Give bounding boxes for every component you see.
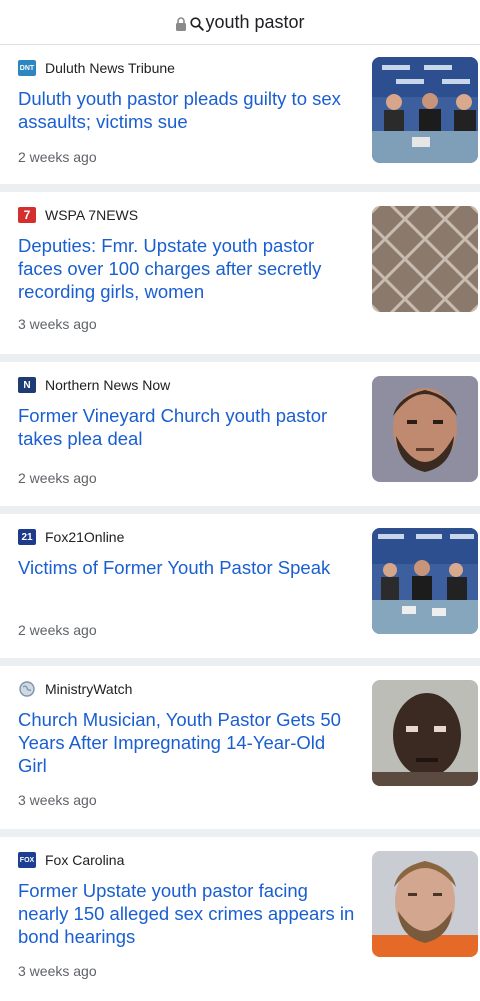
source-logo: FOX — [18, 852, 36, 868]
timestamp: 3 weeks ago — [18, 792, 97, 808]
source-logo: DNT — [18, 60, 36, 76]
timestamp: 2 weeks ago — [18, 622, 97, 638]
news-card[interactable]: 21 Fox21Online Victims of Former Youth P… — [0, 514, 480, 666]
thumbnail-image[interactable] — [372, 851, 478, 957]
headline-link[interactable]: Former Upstate youth pastor facing nearl… — [18, 879, 358, 948]
source-row: DNT Duluth News Tribune — [18, 59, 358, 77]
thumbnail-image[interactable] — [372, 528, 478, 634]
thumbnail-image[interactable] — [372, 57, 478, 163]
timestamp: 2 weeks ago — [18, 149, 97, 165]
thumbnail-image[interactable] — [372, 680, 478, 786]
news-card[interactable]: MinistryWatch Church Musician, Youth Pas… — [0, 666, 480, 837]
address-bar-content[interactable]: youth pastor — [175, 11, 305, 33]
source-name: MinistryWatch — [45, 681, 133, 697]
source-row: FOX Fox Carolina — [18, 851, 358, 869]
news-card[interactable]: FOX Fox Carolina Former Upstate youth pa… — [0, 837, 480, 1001]
address-bar[interactable]: youth pastor — [0, 0, 480, 45]
news-card[interactable]: DNT Duluth News Tribune Duluth youth pas… — [0, 45, 480, 192]
timestamp: 3 weeks ago — [18, 316, 97, 332]
timestamp: 3 weeks ago — [18, 963, 97, 979]
source-logo: 21 — [18, 529, 36, 545]
search-icon — [190, 15, 205, 31]
search-query: youth pastor — [205, 11, 305, 32]
thumbnail-image[interactable] — [372, 206, 478, 312]
lock-icon — [175, 15, 187, 31]
headline-link[interactable]: Church Musician, Youth Pastor Gets 50 Ye… — [18, 708, 358, 777]
source-name: Fox21Online — [45, 529, 125, 545]
headline-link[interactable]: Former Vineyard Church youth pastor take… — [18, 404, 358, 450]
news-card[interactable]: 7 WSPA 7NEWS Deputies: Fmr. Upstate yout… — [0, 192, 480, 362]
thumbnail-image[interactable] — [372, 376, 478, 482]
source-name: WSPA 7NEWS — [45, 207, 139, 223]
headline-link[interactable]: Victims of Former Youth Pastor Speak — [18, 556, 358, 579]
headline-link[interactable]: Deputies: Fmr. Upstate youth pastor face… — [18, 234, 358, 303]
source-logo: 7 — [18, 207, 36, 223]
news-card[interactable]: N Northern News Now Former Vineyard Chur… — [0, 362, 480, 514]
source-row: 21 Fox21Online — [18, 528, 358, 546]
globe-icon — [18, 681, 36, 697]
source-logo: N — [18, 377, 36, 393]
headline-link[interactable]: Duluth youth pastor pleads guilty to sex… — [18, 87, 358, 133]
source-row: 7 WSPA 7NEWS — [18, 206, 358, 224]
source-row: N Northern News Now — [18, 376, 358, 394]
source-name: Northern News Now — [45, 377, 171, 393]
source-name: Fox Carolina — [45, 852, 125, 868]
source-name: Duluth News Tribune — [45, 60, 175, 76]
timestamp: 2 weeks ago — [18, 470, 97, 486]
source-row: MinistryWatch — [18, 680, 358, 698]
